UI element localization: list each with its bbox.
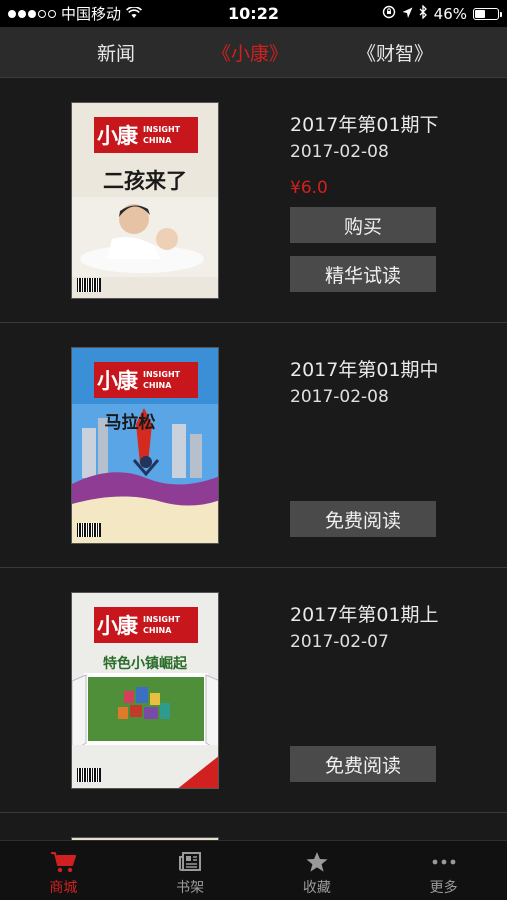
- nav-label: 更多: [429, 880, 458, 896]
- tab-caizhi[interactable]: 《财智》: [357, 39, 433, 66]
- carrier-name: 中国移动: [61, 5, 122, 23]
- free-read-button[interactable]: 免费阅读: [290, 501, 436, 537]
- nav-label: 书架: [176, 880, 205, 896]
- issue-title: 2017年第01期下: [290, 114, 439, 136]
- issue-row-partial: [0, 813, 507, 840]
- bluetooth-icon: [419, 3, 428, 23]
- status-bar: 中国移动 10:22 46%: [0, 0, 507, 27]
- cart-icon: [50, 850, 77, 874]
- buy-button[interactable]: 购买: [290, 207, 436, 243]
- issue-date: 2017-02-07: [290, 632, 389, 652]
- issue-title: 2017年第01期上: [290, 604, 439, 626]
- battery-icon: [473, 7, 502, 20]
- cover-photo: [72, 197, 218, 277]
- barcode: [77, 768, 101, 782]
- cover-logo: 小康 INSIGHT CHINA: [94, 607, 198, 643]
- rotation-lock-icon: [382, 5, 396, 23]
- cover-headline: 二孩来了: [103, 169, 187, 193]
- wifi-icon: [126, 5, 142, 23]
- nav-item-more[interactable]: 更多: [380, 841, 507, 900]
- more-icon: [432, 850, 456, 874]
- battery-percentage: 46%: [433, 4, 467, 23]
- issue-date: 2017-02-08: [290, 387, 389, 407]
- issue-row: 小康 INSIGHT CHINA 二孩来了 2017年第01期下 2017-02-…: [0, 78, 507, 323]
- cover-logo: 小康 INSIGHT CHINA: [94, 362, 198, 398]
- newspaper-icon: [179, 850, 202, 874]
- issue-title: 2017年第01期中: [290, 359, 439, 381]
- free-read-button[interactable]: 免费阅读: [290, 746, 436, 782]
- issue-list[interactable]: 小康 INSIGHT CHINA 二孩来了 2017年第01期下 2017-02-…: [0, 78, 507, 840]
- issue-price: ¥6.0: [290, 178, 328, 198]
- issue-date: 2017-02-08: [290, 142, 389, 162]
- magazine-cover[interactable]: 小康 INSIGHT CHINA 二孩来了: [71, 102, 219, 299]
- issue-row: 小康 INSIGHT CHINA 马拉松 2017年第01期中 2017-02-0…: [0, 323, 507, 568]
- nav-label: 收藏: [302, 880, 331, 896]
- nav-label: 商城: [49, 880, 78, 896]
- magazine-tabs: 新闻 《小康》 《财智》: [0, 27, 507, 78]
- nav-item-bookshelf[interactable]: 书架: [127, 841, 254, 900]
- location-icon: [402, 5, 413, 23]
- bottom-nav: 商城 书架 收藏 更多: [0, 840, 507, 900]
- cover-headline: 马拉松: [104, 413, 156, 433]
- cover-logo: 小康 INSIGHT CHINA: [94, 117, 198, 153]
- nav-item-store[interactable]: 商城: [0, 841, 127, 900]
- barcode: [77, 523, 101, 537]
- cover-headline: 特色小镇崛起: [103, 656, 187, 672]
- signal-strength-icon: [8, 9, 56, 18]
- tab-news[interactable]: 新闻: [97, 39, 135, 66]
- magazine-cover[interactable]: 小康 INSIGHT CHINA 特色小镇崛起: [71, 592, 219, 789]
- star-icon: [305, 850, 329, 874]
- magazine-cover[interactable]: 小康 INSIGHT CHINA 马拉松: [71, 347, 219, 544]
- barcode: [77, 278, 101, 292]
- preview-button[interactable]: 精华试读: [290, 256, 436, 292]
- tab-xiaokang[interactable]: 《小康》: [212, 39, 288, 66]
- issue-row: 小康 INSIGHT CHINA 特色小镇崛起 2017年第01期上 2017-…: [0, 568, 507, 813]
- nav-item-favorites[interactable]: 收藏: [254, 841, 381, 900]
